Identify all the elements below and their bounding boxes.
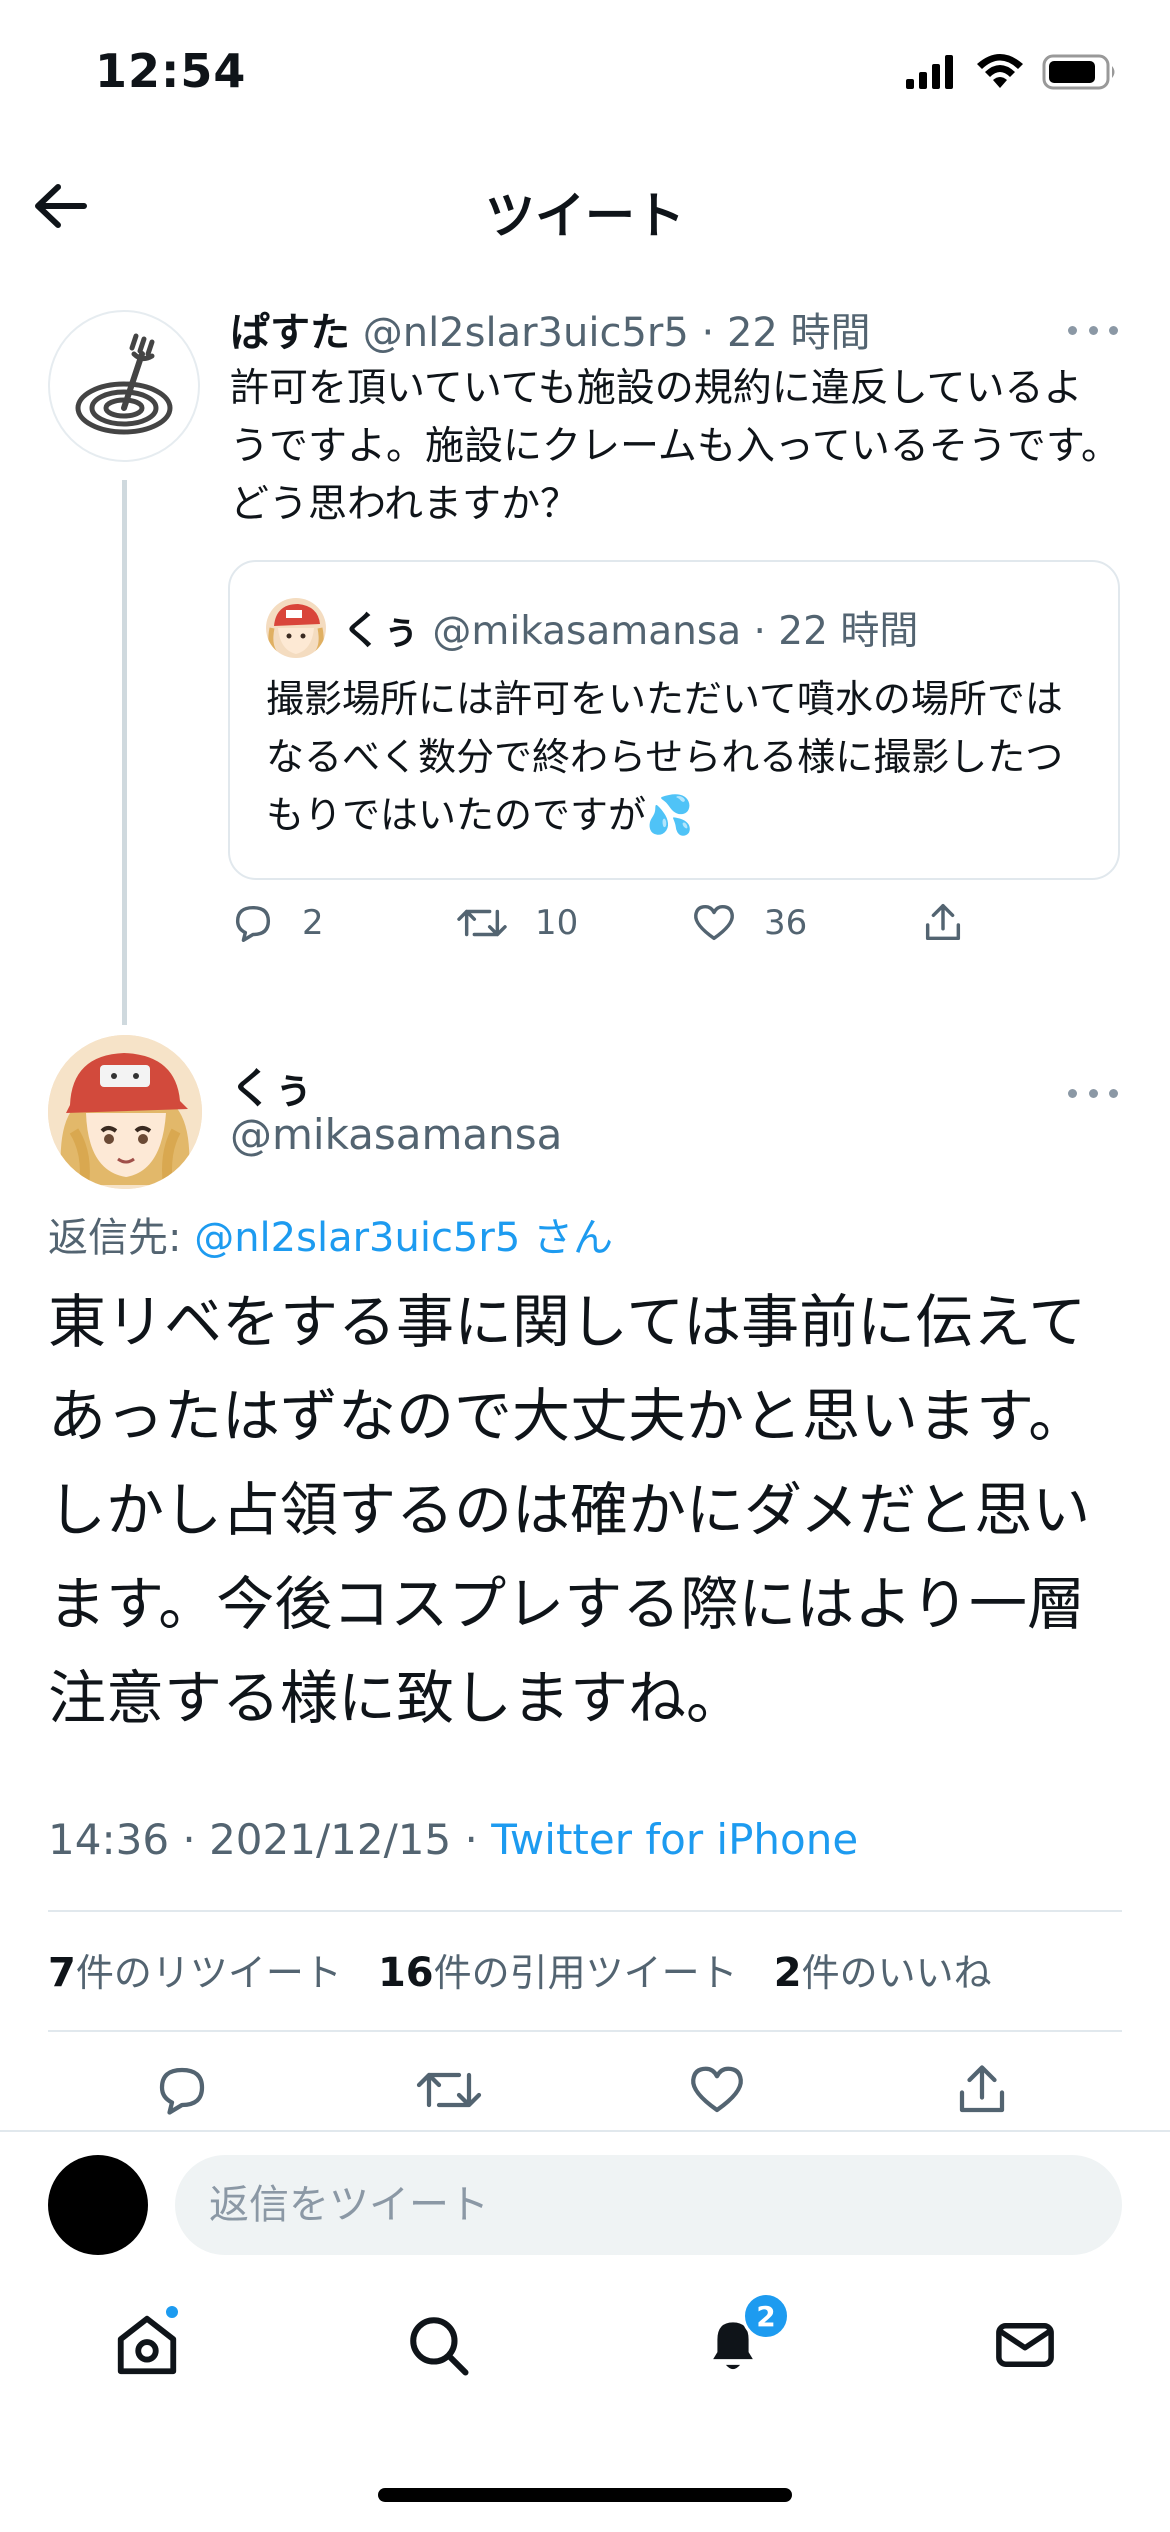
divider	[0, 2130, 1170, 2132]
reply-button[interactable]	[152, 2060, 212, 2124]
tweet-meta: 14:36 · 2021/12/15 · Twitter for iPhone	[48, 1815, 858, 1864]
retweet-icon	[457, 909, 507, 937]
reply-button[interactable]: 2	[230, 900, 324, 946]
heart-icon	[694, 904, 734, 941]
tweet-text: 許可を頂いていても施設の規約に違反しているようですよ。施設にクレームも入っている…	[230, 366, 1120, 527]
share-button[interactable]	[920, 900, 966, 946]
tweet-stats: 7件のリツイート 16件の引用ツイート 2件のいいね	[48, 1942, 992, 1997]
tweet-timestamp: 14:36 · 2021/12/15 ·	[48, 1815, 492, 1864]
more-options-button[interactable]	[1068, 315, 1118, 345]
retweet-button[interactable]: 10	[455, 900, 578, 946]
home-indicator	[378, 2488, 792, 2502]
status-bar: 12:54	[0, 0, 1170, 150]
notification-count-badge: 2	[742, 2292, 790, 2340]
reply-count: 2	[302, 903, 324, 943]
reply-to-label: 返信先:	[48, 1215, 182, 1261]
tab-search[interactable]	[393, 2300, 483, 2390]
retweet-button[interactable]	[414, 2060, 484, 2124]
status-time: 12:54	[95, 44, 247, 98]
retweet-count: 10	[535, 903, 579, 943]
avatar[interactable]	[48, 310, 200, 462]
reply-input[interactable]	[175, 2155, 1122, 2255]
quote-text: 撮影場所には許可をいただいて噴水の場所ではなるべく数分で終わらせられる様に撮影し…	[266, 677, 1064, 837]
heart-icon	[691, 2066, 743, 2113]
unread-dot	[164, 2304, 180, 2320]
divider	[48, 1910, 1122, 1912]
avatar[interactable]	[48, 2155, 148, 2255]
wifi-icon	[977, 54, 1023, 88]
tab-bar: 2	[0, 2280, 1170, 2430]
like-button[interactable]: 36	[690, 900, 807, 946]
quoted-tweet[interactable]: くぅ @mikasamansa · 22 時間 撮影場所には許可をいただいて噴水…	[228, 560, 1120, 880]
retweets-stat[interactable]: 7件のリツイート	[48, 1950, 342, 1996]
tweet-time: · 22 時間	[701, 310, 871, 356]
quote-time: · 22 時間	[753, 609, 919, 654]
thread-connector	[122, 480, 127, 1025]
reply-icon	[159, 2067, 205, 2115]
like-button[interactable]	[686, 2060, 748, 2124]
more-options-button[interactable]	[1068, 1078, 1118, 1108]
reply-to-link[interactable]: @nl2slar3uic5r5 さん	[194, 1215, 613, 1261]
divider	[48, 2030, 1122, 2032]
battery-icon	[1042, 54, 1115, 90]
reply-icon	[235, 905, 271, 942]
quote-author-name: くぅ	[342, 609, 421, 654]
likes-stat[interactable]: 2件のいいね	[774, 1950, 992, 1996]
tab-messages[interactable]	[980, 2300, 1070, 2390]
tweet-header: ぱすた @nl2slar3uic5r5 · 22 時間	[230, 300, 1120, 360]
tweet-text: 東リベをする事に関しては事前に伝えてあったはずなので大丈夫かと思います。しかし占…	[48, 1288, 1091, 1732]
author-handle[interactable]: @mikasamansa	[230, 1110, 562, 1159]
nav-header: ツイート	[0, 160, 1170, 250]
home-icon	[117, 2315, 177, 2375]
cellular-signal-icon	[906, 55, 953, 89]
page-title: ツイート	[485, 187, 685, 245]
tab-notifications[interactable]: 2	[688, 2292, 790, 2390]
author-handle[interactable]: @nl2slar3uic5r5	[363, 310, 689, 356]
share-button[interactable]	[952, 2060, 1012, 2124]
mail-icon	[996, 2323, 1054, 2367]
tab-home[interactable]	[102, 2300, 192, 2390]
share-icon	[925, 904, 961, 941]
reply-to: 返信先: @nl2slar3uic5r5 さん	[48, 1205, 613, 1263]
quotes-stat[interactable]: 16件の引用ツイート	[378, 1950, 738, 1996]
quote-author-handle: @mikasamansa	[432, 609, 742, 654]
share-icon	[959, 2065, 1005, 2113]
tweet-source-link[interactable]: Twitter for iPhone	[491, 1815, 858, 1864]
tweet-actions	[0, 2060, 1170, 2130]
quote-header: くぅ @mikasamansa · 22 時間	[342, 600, 918, 656]
like-count: 36	[764, 903, 808, 943]
status-icons	[906, 52, 1118, 92]
avatar[interactable]	[48, 1035, 202, 1189]
search-icon	[410, 2317, 469, 2376]
pasta-fork-logo-icon	[75, 333, 173, 435]
avatar	[266, 598, 326, 658]
author-name[interactable]: くぅ	[230, 1055, 314, 1116]
tweet-actions: 2 10 36	[230, 900, 990, 970]
retweet-icon	[416, 2072, 482, 2108]
author-name[interactable]: ぱすた	[230, 310, 350, 356]
